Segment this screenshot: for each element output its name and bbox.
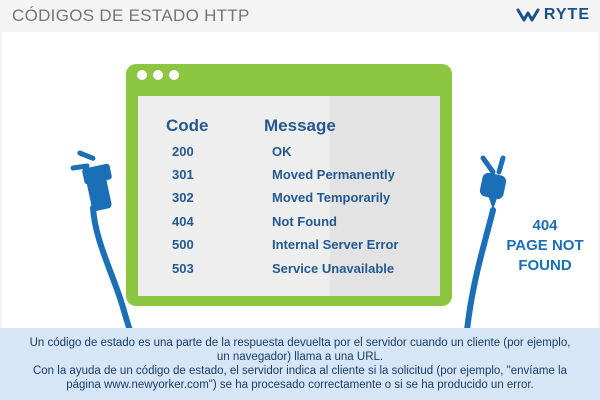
plug-left-icon [70, 150, 133, 330]
infographic: CÓDIGOS DE ESTADO HTTP RYTE Code Message… [0, 0, 600, 400]
window-dot [153, 70, 163, 80]
column-header-message: Message [264, 116, 336, 135]
row-message: Internal Server Error [272, 237, 399, 252]
error-line-1: PAGE NOT [506, 237, 584, 254]
error-line-2: FOUND [518, 257, 572, 274]
row-code: 404 [172, 214, 194, 229]
description-line: Con la ayuda de un código de estado, el … [32, 365, 568, 377]
row-code: 301 [172, 167, 194, 182]
row-code: 302 [172, 190, 194, 205]
window-dot [169, 70, 179, 80]
row-message: Moved Temporarily [272, 190, 391, 205]
page-title: CÓDIGOS DE ESTADO HTTP [12, 6, 250, 25]
description-line: página www.newyorker.com") se ha procesa… [66, 379, 534, 391]
window-dot [137, 70, 147, 80]
row-code: 200 [172, 144, 194, 159]
row-message: Not Found [272, 214, 337, 229]
error-message: 404 PAGE NOT FOUND [495, 216, 595, 276]
error-code: 404 [532, 217, 558, 234]
column-header-code: Code [166, 116, 209, 135]
row-message: Service Unavailable [272, 261, 395, 276]
brand-logo[interactable]: RYTE [516, 6, 590, 24]
ryte-logo-icon [516, 8, 540, 22]
description-line: Un código de estado es una parte de la r… [29, 337, 571, 349]
brand-name: RYTE [543, 6, 590, 23]
row-code: 503 [172, 261, 194, 276]
row-message: Moved Permanently [272, 167, 395, 182]
description-footer: Un código de estado es una parte de la r… [0, 328, 600, 400]
row-code: 500 [172, 237, 194, 252]
row-message: OK [272, 144, 292, 159]
description-line: un navegador) llama a una URL. [216, 351, 384, 363]
